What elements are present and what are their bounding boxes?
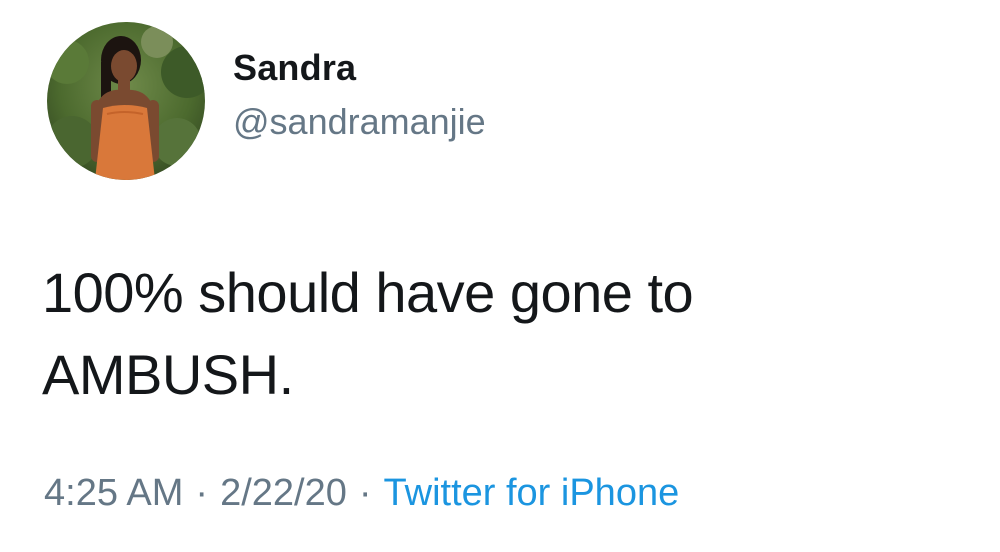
tweet-meta: 4:25 AM · 2/22/20 · Twitter for iPhone bbox=[44, 468, 679, 518]
meta-separator: · bbox=[358, 472, 372, 514]
avatar-image bbox=[47, 22, 205, 180]
tweet-text-line: 100% should have gone to bbox=[42, 261, 694, 324]
tweet-source-link[interactable]: Twitter for iPhone bbox=[384, 472, 680, 514]
tweet-card: Sandra @sandramanjie 100% should have go… bbox=[0, 0, 1000, 552]
author-handle[interactable]: @sandramanjie bbox=[233, 98, 486, 146]
meta-separator: · bbox=[195, 472, 209, 514]
author-display-name[interactable]: Sandra bbox=[233, 46, 486, 90]
tweet-text: 100% should have gone to AMBUSH. bbox=[42, 252, 962, 416]
author-names: Sandra @sandramanjie bbox=[233, 46, 486, 146]
tweet-time[interactable]: 4:25 AM bbox=[44, 472, 183, 514]
avatar[interactable] bbox=[47, 22, 205, 180]
tweet-header: Sandra @sandramanjie bbox=[47, 22, 486, 180]
tweet-date[interactable]: 2/22/20 bbox=[220, 472, 347, 514]
tweet-text-line: AMBUSH. bbox=[42, 343, 294, 406]
